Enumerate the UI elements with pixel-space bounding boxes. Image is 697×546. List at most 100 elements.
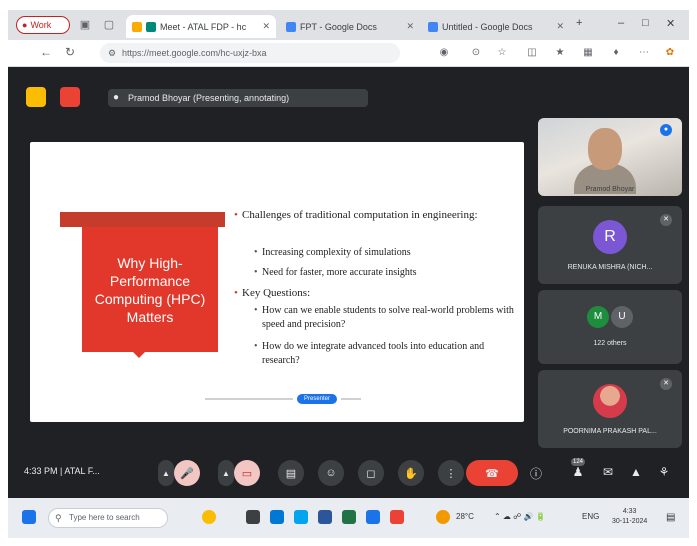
taskbar-search[interactable]: ⚲ Type here to search xyxy=(48,508,168,528)
taskbar-clock[interactable]: 4:33 30-11-2024 xyxy=(612,507,647,527)
widgets-icon[interactable] xyxy=(202,510,216,524)
bullet-icon: • xyxy=(234,287,238,299)
favorites-icon[interactable]: ★ xyxy=(554,47,566,59)
close-window-icon[interactable]: ✕ xyxy=(666,17,675,30)
workspaces-icon[interactable]: ▣ xyxy=(78,18,92,32)
people-icon[interactable]: ♟ xyxy=(570,465,586,479)
participant-group-tile[interactable]: M U 122 others xyxy=(538,290,682,364)
avatar: U xyxy=(611,306,633,328)
slide-callout-pointer xyxy=(133,352,145,358)
bullet-icon: • xyxy=(234,209,238,221)
collections-icon[interactable]: ▦ xyxy=(582,47,594,59)
shared-slide: Why High-Performance Computing (HPC) Mat… xyxy=(30,142,524,422)
edge-icon[interactable] xyxy=(270,510,284,524)
hang-up-icon: ☎ xyxy=(485,467,499,480)
presenter-pill[interactable]: Presenter xyxy=(297,394,337,404)
copilot-icon[interactable]: ✿ xyxy=(664,47,676,59)
cast-icon[interactable]: ◉ xyxy=(438,47,450,59)
taskbar-date: 30-11-2024 xyxy=(612,518,648,525)
weather-temp[interactable]: 28°C xyxy=(456,512,474,521)
participant-tile-video[interactable]: ● Pramod Bhoyar xyxy=(538,118,682,196)
notifications-icon[interactable]: ▤ xyxy=(666,512,675,523)
tab-title: Meet - ATAL FDP - hc xyxy=(160,21,247,32)
more-options-button[interactable]: ⋮ xyxy=(438,460,464,486)
bullet-text: How can we enable students to solve real… xyxy=(262,305,514,330)
maximize-icon[interactable]: □ xyxy=(642,17,649,29)
lock-meeting-icon[interactable] xyxy=(26,87,46,107)
audio-options-button[interactable]: ▲ xyxy=(158,460,174,486)
address-bar[interactable]: ⚙ https://meet.google.com/hc-uxjz-bxa xyxy=(100,43,400,63)
url-text: https://meet.google.com/hc-uxjz-bxa xyxy=(122,48,267,58)
new-tab-button[interactable]: + xyxy=(576,17,582,29)
app-icon[interactable] xyxy=(366,510,380,524)
close-tab-icon[interactable]: ✕ xyxy=(262,21,270,32)
presenting-banner[interactable]: ● Pramod Bhoyar (Presenting, annotating) xyxy=(108,89,368,107)
split-view-icon[interactable]: ◫ xyxy=(526,47,538,59)
meeting-info-icon[interactable]: ⓘ xyxy=(528,465,544,482)
presentation-icon: ● xyxy=(113,92,120,103)
participant-name: POORNIMA PRAKASH PAL... xyxy=(563,428,657,435)
task-view-icon[interactable] xyxy=(246,510,260,524)
video-options-button[interactable]: ▲ xyxy=(218,460,234,486)
bullet-icon: • xyxy=(254,305,258,316)
present-icon[interactable] xyxy=(60,87,80,107)
camera-off-button[interactable]: ▭ xyxy=(234,460,260,486)
bullet-text: Key Questions: xyxy=(242,287,311,299)
muted-mic-icon: ✕ xyxy=(660,214,672,226)
docs-favicon xyxy=(428,21,438,32)
tab-meet[interactable]: Meet - ATAL FDP - hc ✕ xyxy=(126,15,276,38)
word-icon[interactable] xyxy=(318,510,332,524)
participant-name: Pramod Bhoyar xyxy=(585,186,635,193)
store-icon[interactable] xyxy=(294,510,308,524)
docs-favicon xyxy=(286,21,296,32)
tray-icons[interactable]: ⌃ ☁ ☍ 🔊 🔋 xyxy=(494,512,546,521)
slide-title-box: Why High-Performance Computing (HPC) Mat… xyxy=(82,227,218,352)
mic-off-button[interactable]: 🎤 xyxy=(174,460,200,486)
pager-track xyxy=(205,398,293,400)
tab-actions-icon[interactable]: ▢ xyxy=(102,18,116,32)
start-menu-icon[interactable] xyxy=(22,510,36,524)
leave-call-button[interactable]: ☎ xyxy=(466,460,518,486)
raise-hand-button[interactable]: ✋ xyxy=(398,460,424,486)
minimize-icon[interactable]: – xyxy=(618,17,624,29)
muted-mic-icon: ✕ xyxy=(660,378,672,390)
language-indicator[interactable]: ENG xyxy=(582,512,599,521)
bullet-icon: • xyxy=(254,341,258,352)
site-info-icon[interactable]: ⚙ xyxy=(108,43,116,63)
bullet-text: Increasing complexity of simulations xyxy=(262,247,411,258)
chrome-icon[interactable] xyxy=(390,510,404,524)
excel-icon[interactable] xyxy=(342,510,356,524)
activities-icon[interactable]: ▲ xyxy=(628,465,644,479)
avatar: R xyxy=(593,220,627,254)
profile-button[interactable]: ● Work xyxy=(16,16,70,34)
camera-off-icon: ▭ xyxy=(241,467,253,480)
present-icon: ◻ xyxy=(366,467,376,480)
close-tab-icon[interactable]: ✕ xyxy=(556,21,564,32)
browser-tab-strip: ● Work ▣ ▢ Meet - ATAL FDP - hc ✕ FPT - … xyxy=(8,10,689,40)
participant-tile[interactable]: ✕ POORNIMA PRAKASH PAL... xyxy=(538,370,682,448)
tab-title: Untitled - Google Docs xyxy=(442,21,533,32)
slide-pager: Presenter xyxy=(205,394,365,404)
close-tab-icon[interactable]: ✕ xyxy=(406,21,414,32)
search-placeholder: Type here to search xyxy=(69,513,140,522)
tab-docs-2[interactable]: Untitled - Google Docs ✕ xyxy=(422,15,570,38)
speaking-indicator-icon: ● xyxy=(660,124,672,136)
captions-button[interactable]: ▤ xyxy=(278,460,304,486)
participant-tile[interactable]: ✕ R RENUKA MISHRA (NICH... xyxy=(538,206,682,284)
reactions-button[interactable]: ☺ xyxy=(318,460,344,486)
chat-icon[interactable]: ✉ xyxy=(600,465,616,479)
meeting-clock: 4:33 PM | ATAL F... xyxy=(24,466,100,476)
tab-title: FPT - Google Docs xyxy=(300,21,377,32)
back-icon[interactable]: ← xyxy=(38,45,54,59)
zoom-icon[interactable]: ⊙ xyxy=(470,47,482,59)
tab-docs-1[interactable]: FPT - Google Docs ✕ xyxy=(280,15,420,38)
bookmark-star-icon[interactable]: ☆ xyxy=(496,47,508,59)
extension-icon[interactable]: ♦ xyxy=(610,47,622,59)
host-controls-icon[interactable]: ⚘ xyxy=(656,465,672,479)
present-now-button[interactable]: ◻ xyxy=(358,460,384,486)
avatar: M xyxy=(587,306,609,328)
refresh-icon[interactable]: ↻ xyxy=(62,45,78,59)
emoji-icon: ☺ xyxy=(325,467,337,479)
address-row: ← ↻ ⚙ https://meet.google.com/hc-uxjz-bx… xyxy=(8,40,689,67)
more-menu-icon[interactable]: ⋯ xyxy=(638,47,650,59)
